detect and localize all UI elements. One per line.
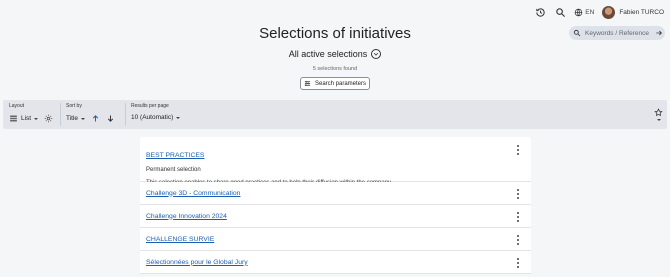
list-item: CHALLENGE SURVIE (140, 228, 531, 251)
sort-value: Title (66, 115, 79, 122)
selection-filter: All active selections (0, 49, 670, 59)
result-title-link[interactable]: Challenge Innovation 2024 (146, 213, 227, 220)
star-icon[interactable] (654, 104, 663, 117)
sort-descending-icon[interactable] (106, 114, 115, 123)
search-parameters-button[interactable]: Search parameters (300, 77, 370, 90)
chevron-down-icon[interactable] (371, 49, 382, 59)
list-item: Challenge Innovation 2024 (140, 205, 531, 228)
globe-icon (575, 8, 583, 16)
layout-dropdown[interactable]: List (9, 114, 39, 123)
results-count: 5 selections found (312, 66, 358, 72)
sort-group: Sort by Title (66, 103, 115, 123)
result-title-link[interactable]: Sélectionnées pour le Global Jury (146, 259, 248, 266)
page-subtitle: All active selections (288, 49, 368, 59)
more-vert-icon[interactable] (515, 235, 521, 245)
more-vert-icon[interactable] (515, 212, 521, 222)
sort-label: Sort by (66, 103, 82, 109)
more-vert-icon[interactable] (515, 189, 521, 199)
list-item: Sélectionnées pour le Global Jury (140, 251, 531, 274)
caret-down-icon (176, 116, 181, 119)
more-vert-icon[interactable] (515, 258, 521, 268)
gear-icon[interactable] (44, 114, 53, 123)
list-icon (9, 114, 18, 123)
divider (60, 103, 61, 126)
caret-down-icon (81, 117, 86, 120)
more-vert-icon[interactable] (515, 145, 521, 155)
sort-dropdown[interactable]: Title (66, 115, 86, 122)
results-per-page-dropdown[interactable]: 10 (Automatic) (131, 114, 181, 121)
divider (125, 103, 126, 126)
result-title-link[interactable]: BEST PRACTICES (146, 152, 204, 159)
layout-value: List (21, 115, 32, 122)
results-per-page-value: 10 (Automatic) (131, 114, 174, 121)
history-icon[interactable] (534, 6, 546, 18)
result-title-link[interactable]: Challenge 3D - Communication (146, 190, 240, 197)
result-subtitle: Permanent selection (146, 167, 201, 173)
user-name: Fabien TURCO (619, 8, 664, 16)
search-parameters-label: Search parameters (314, 80, 367, 87)
top-bar: EN Fabien TURCO (534, 4, 664, 20)
caret-down-icon[interactable] (657, 119, 661, 121)
sort-ascending-icon[interactable] (91, 114, 100, 123)
layout-label: Layout (9, 103, 25, 109)
results-list: BEST PRACTICES Permanent selection This … (140, 137, 531, 274)
result-title-link[interactable]: CHALLENGE SURVIE (146, 236, 214, 243)
sliders-icon (304, 80, 311, 87)
results-per-page-group: Results per page 10 (Automatic) (131, 103, 181, 121)
avatar (602, 5, 616, 19)
search-icon[interactable] (554, 6, 566, 18)
results-per-page-label: Results per page (131, 103, 169, 109)
results-toolbar: Layout List Sort by Title Results per pa… (3, 100, 667, 129)
page-title: Selections of initiatives (259, 25, 411, 42)
list-item: Challenge 3D - Communication (140, 182, 531, 205)
layout-group: Layout List (9, 103, 53, 123)
list-item: BEST PRACTICES Permanent selection This … (140, 137, 531, 186)
user-menu[interactable]: Fabien TURCO (602, 5, 664, 19)
language-label: EN (585, 8, 595, 16)
caret-down-icon (34, 117, 39, 120)
language-selector[interactable]: EN (574, 8, 594, 17)
